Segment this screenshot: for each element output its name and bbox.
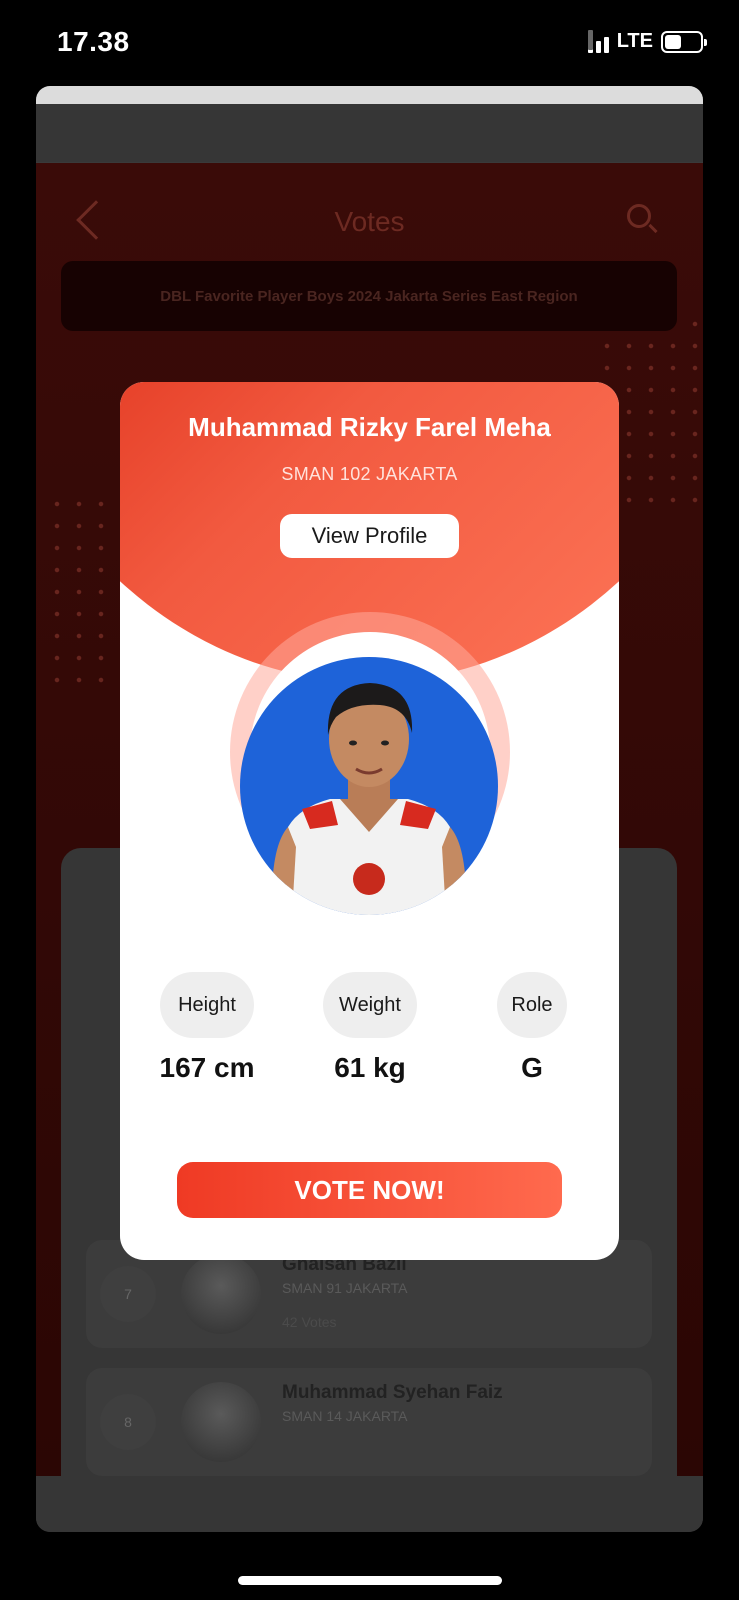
battery-icon [661, 30, 707, 53]
stat-role-value: G [521, 1052, 543, 1083]
app-header: Votes [36, 198, 703, 248]
player-photo [240, 657, 498, 915]
stat-height-label: Height [160, 972, 254, 1038]
stat-role-label: Role [497, 972, 567, 1038]
player-name-title: Muhammad Rizky Farel Meha [188, 412, 551, 442]
signal-icon [587, 30, 609, 53]
rank-badge: 7 [100, 1266, 156, 1322]
vote-now-button[interactable]: VOTE NOW! [177, 1162, 562, 1218]
rank-badge: 8 [100, 1394, 156, 1450]
sheet-handle-area [36, 86, 703, 104]
status-bar: 17.38 LTE [0, 0, 739, 84]
page-title: Votes [334, 206, 405, 237]
player-school: SMAN 14 JAKARTA [282, 1408, 408, 1424]
vote-count: 42 Votes [282, 1314, 337, 1330]
status-time: 17.38 [57, 26, 130, 57]
player-vote-modal: Muhammad Rizky Farel Meha SMAN 102 JAKAR… [120, 382, 619, 1260]
bottom-bar [36, 1476, 703, 1532]
player-school: SMAN 91 JAKARTA [282, 1280, 408, 1296]
status-indicators: LTE [587, 30, 707, 53]
stat-weight-label: Weight [323, 972, 417, 1038]
list-item[interactable]: 8 Muhammad Syehan Faiz SMAN 14 JAKARTA [86, 1368, 652, 1476]
event-title-bar: DBL Favorite Player Boys 2024 Jakarta Se… [61, 261, 677, 331]
stat-height-value: 167 cm [159, 1052, 255, 1083]
player-name: Muhammad Syehan Faiz [282, 1382, 503, 1403]
sheet-header [36, 104, 703, 162]
network-label: LTE [616, 30, 653, 52]
player-school-subtitle: SMAN 102 JAKARTA [281, 464, 458, 484]
player-thumbnail [181, 1254, 261, 1334]
search-icon[interactable] [627, 204, 651, 228]
player-photo-illustration [271, 683, 467, 915]
player-thumbnail [181, 1382, 261, 1462]
view-profile-button[interactable]: View Profile [280, 514, 459, 558]
stat-weight-value: 61 kg [334, 1052, 406, 1083]
home-indicator[interactable] [238, 1576, 502, 1585]
battery-level [665, 34, 682, 49]
